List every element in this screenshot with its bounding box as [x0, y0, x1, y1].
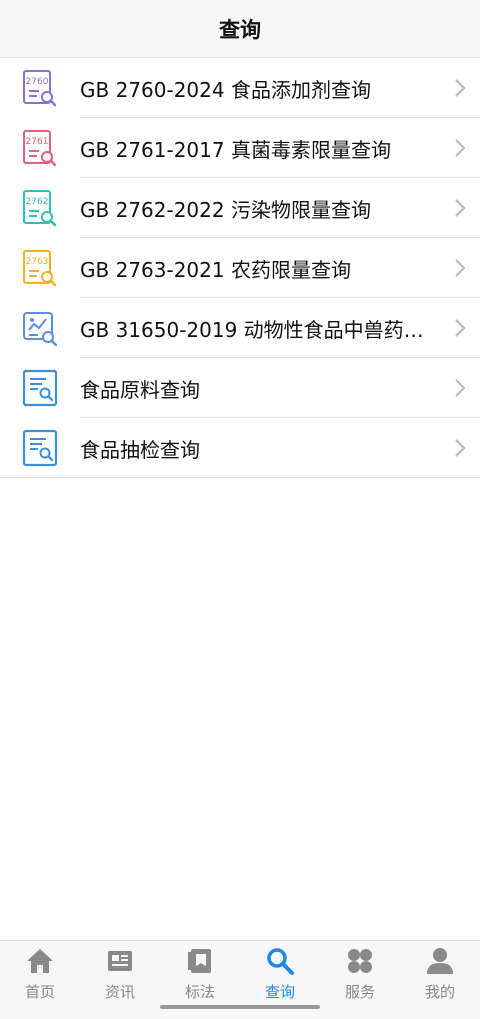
doc-code-label: 2762 [26, 197, 49, 207]
top-bar: 查询 [0, 0, 480, 58]
list-item-food-sampling[interactable]: 食品抽检查询 [0, 418, 480, 478]
chevron-right-icon [440, 118, 480, 178]
doc-code-label: 2760 [26, 77, 49, 87]
list-item-label: GB 2763-2021 农药限量查询 [80, 257, 351, 282]
list-item-label: GB 2760-2024 食品添加剂查询 [80, 77, 371, 102]
tab-label: 资讯 [104, 983, 135, 1001]
doc-code-label: 2763 [26, 257, 49, 267]
tab-mine[interactable]: 我的 [400, 941, 480, 1019]
list-item-label: 食品原料查询 [80, 377, 200, 402]
chevron-right-icon [440, 358, 480, 418]
tab-label: 服务 [344, 983, 375, 1001]
query-list: 2760 GB 2760-2024 食品添加剂查询 2761 GB 2761-2 [0, 58, 480, 478]
chevron-right-icon [440, 178, 480, 238]
chevron-right-icon [440, 298, 480, 358]
chevron-right-icon [440, 418, 480, 478]
standards-book-icon [184, 945, 216, 977]
list-item-label: GB 31650-2019 动物性食品中兽药最大残留限量查询 [80, 317, 440, 342]
list-item-gb2760[interactable]: 2760 GB 2760-2024 食品添加剂查询 [0, 58, 480, 118]
tab-label: 首页 [24, 983, 55, 1001]
document-search-icon [0, 358, 80, 418]
list-item-food-ingredients[interactable]: 食品原料查询 [0, 358, 480, 418]
document-search-icon [0, 418, 80, 478]
chart-search-icon [0, 298, 80, 358]
chevron-right-icon [440, 238, 480, 298]
list-item-gb31650[interactable]: GB 31650-2019 动物性食品中兽药最大残留限量查询 [0, 298, 480, 358]
tab-label: 标法 [184, 983, 215, 1001]
home-icon [24, 945, 56, 977]
list-item-label: GB 2762-2022 污染物限量查询 [80, 197, 371, 222]
list-item-gb2761[interactable]: 2761 GB 2761-2017 真菌毒素限量查询 [0, 118, 480, 178]
doc-2762-search-icon: 2762 [0, 178, 80, 238]
doc-2761-search-icon: 2761 [0, 118, 80, 178]
chevron-right-icon [440, 58, 480, 118]
tab-news[interactable]: 资讯 [80, 941, 160, 1019]
page-title: 查询 [219, 17, 261, 42]
services-grid-icon [344, 945, 376, 977]
doc-2763-search-icon: 2763 [0, 238, 80, 298]
list-item-gb2762[interactable]: 2762 GB 2762-2022 污染物限量查询 [0, 178, 480, 238]
tab-label: 我的 [424, 983, 455, 1001]
search-icon [264, 945, 296, 977]
tab-label: 查询 [264, 983, 295, 1001]
person-icon [424, 945, 456, 977]
tab-home[interactable]: 首页 [0, 941, 80, 1019]
list-item-label: GB 2761-2017 真菌毒素限量查询 [80, 137, 391, 162]
list-item-gb2763[interactable]: 2763 GB 2763-2021 农药限量查询 [0, 238, 480, 298]
news-icon [104, 945, 136, 977]
doc-code-label: 2761 [26, 137, 49, 147]
doc-2760-search-icon: 2760 [0, 58, 80, 118]
tab-services[interactable]: 服务 [320, 941, 400, 1019]
list-item-label: 食品抽检查询 [80, 437, 200, 462]
home-indicator [160, 1005, 320, 1009]
